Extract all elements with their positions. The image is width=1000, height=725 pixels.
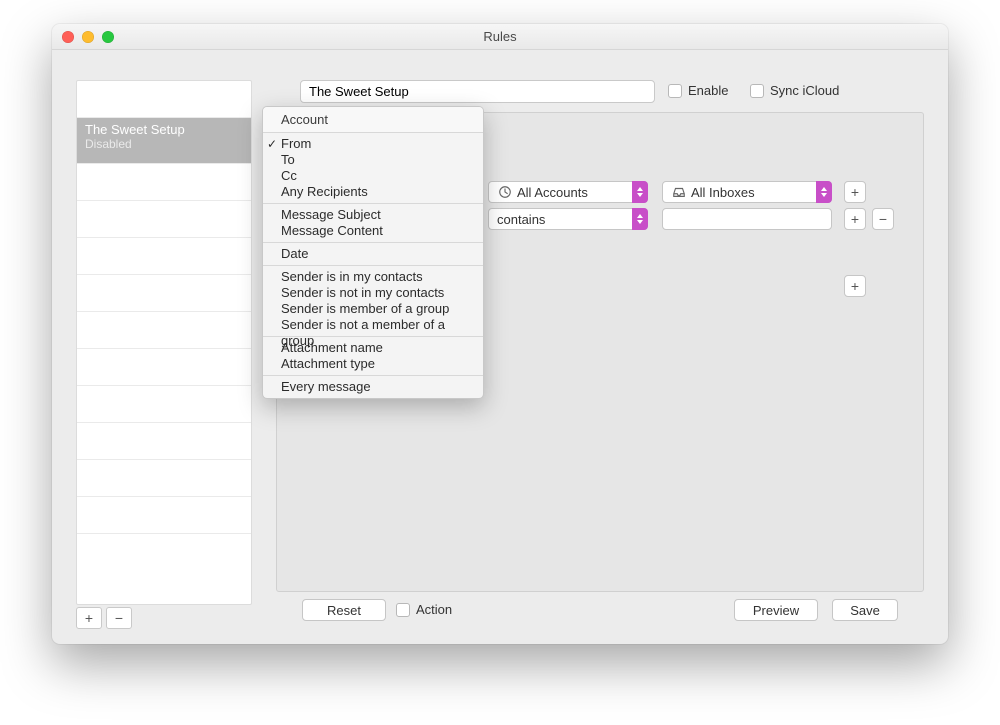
stepper-icon [816, 181, 832, 203]
inbox-label: All Inboxes [691, 185, 755, 200]
menu-item[interactable]: Message Subject [263, 207, 483, 223]
menu-item[interactable]: ✓ From [263, 136, 483, 152]
traffic-lights [62, 31, 114, 43]
minus-icon: − [879, 211, 887, 227]
menu-item[interactable]: To [263, 152, 483, 168]
rule-subtitle: Disabled [85, 137, 243, 151]
menu-item[interactable]: Sender is in my contacts [263, 269, 483, 285]
list-item-selected[interactable]: The Sweet Setup Disabled [77, 118, 251, 164]
match-select[interactable]: contains [488, 208, 648, 230]
condition-field-menu: Account ✓ FromToCcAny Recipients Message S… [262, 106, 484, 399]
checkbox-icon [668, 84, 682, 98]
action-checkbox[interactable]: Action [396, 602, 452, 617]
list-item[interactable] [77, 349, 251, 386]
add-rule-button[interactable]: + [76, 607, 102, 629]
reset-button[interactable]: Reset [302, 599, 386, 621]
menu-item-label: Sender is not in my contacts [281, 285, 444, 300]
minimize-icon[interactable] [82, 31, 94, 43]
zoom-icon[interactable] [102, 31, 114, 43]
list-item[interactable] [77, 497, 251, 534]
menu-item-label: Attachment name [281, 340, 383, 355]
preview-button[interactable]: Preview [734, 599, 818, 621]
titlebar: Rules [52, 24, 948, 50]
menu-item[interactable]: Sender is member of a group [263, 301, 483, 317]
list-item[interactable] [77, 460, 251, 497]
inbox-icon [671, 185, 687, 199]
plus-icon: + [85, 610, 93, 626]
menu-item[interactable]: Any Recipients [263, 184, 483, 200]
rules-window: Rules The Sweet Setup Disabled [52, 24, 948, 644]
add-condition-button[interactable]: + [844, 275, 866, 297]
menu-item-label: Cc [281, 168, 297, 183]
inbox-select[interactable]: All Inboxes [662, 181, 832, 203]
menu-item-label: Sender is in my contacts [281, 269, 423, 284]
check-icon: ✓ [267, 136, 277, 152]
list-item[interactable] [77, 238, 251, 275]
list-item[interactable] [77, 164, 251, 201]
content-area: The Sweet Setup Disabled + − [52, 50, 948, 644]
minus-icon: − [115, 610, 123, 626]
checkbox-icon [396, 603, 410, 617]
add-condition-button[interactable]: + [844, 181, 866, 203]
rules-list: The Sweet Setup Disabled [76, 80, 252, 605]
match-value-input[interactable] [662, 208, 832, 230]
stepper-icon [632, 208, 648, 230]
list-item[interactable] [77, 275, 251, 312]
menu-item[interactable]: Attachment type [263, 356, 483, 372]
sync-label: Sync iCloud [770, 83, 839, 98]
list-item[interactable] [77, 201, 251, 238]
menu-item[interactable]: Attachment name [263, 340, 483, 356]
list-item[interactable] [77, 386, 251, 423]
menu-item[interactable]: Cc [263, 168, 483, 184]
plus-icon: + [851, 278, 859, 294]
list-item[interactable] [77, 423, 251, 460]
menu-item[interactable]: Message Content [263, 223, 483, 239]
menu-item[interactable]: Every message [263, 379, 483, 395]
menu-header: Account [263, 107, 483, 133]
account-select[interactable]: All Accounts [488, 181, 648, 203]
stepper-icon [632, 181, 648, 203]
menu-item-label: Date [281, 246, 308, 261]
action-label: Action [416, 602, 452, 617]
menu-item[interactable]: Sender is not in my contacts [263, 285, 483, 301]
menu-item[interactable]: Date [263, 246, 483, 262]
menu-item-label: To [281, 152, 295, 167]
remove-rule-button[interactable]: − [106, 607, 132, 629]
sidebar-footer: + − [76, 607, 136, 629]
save-button[interactable]: Save [832, 599, 898, 621]
rule-name-input[interactable] [300, 80, 655, 103]
menu-item-label: Any Recipients [281, 184, 368, 199]
menu-item-label: From [281, 136, 311, 151]
close-icon[interactable] [62, 31, 74, 43]
checkbox-icon [750, 84, 764, 98]
rule-title: The Sweet Setup [85, 122, 243, 137]
enable-label: Enable [688, 83, 728, 98]
remove-condition-button[interactable]: − [872, 208, 894, 230]
menu-item-label: Sender is member of a group [281, 301, 449, 316]
menu-item-label: Message Content [281, 223, 383, 238]
list-item[interactable] [77, 312, 251, 349]
match-label: contains [497, 212, 545, 227]
menu-item-label: Every message [281, 379, 371, 394]
list-item[interactable] [77, 81, 251, 118]
menu-item-label: Message Subject [281, 207, 381, 222]
window-title: Rules [483, 29, 516, 44]
add-condition-button[interactable]: + [844, 208, 866, 230]
menu-item[interactable]: Sender is not a member of a group [263, 317, 483, 333]
clock-icon [497, 185, 513, 199]
sync-icloud-checkbox[interactable]: Sync iCloud [750, 83, 839, 98]
plus-icon: + [851, 211, 859, 227]
plus-icon: + [851, 184, 859, 200]
enable-checkbox[interactable]: Enable [668, 83, 728, 98]
menu-item-label: Attachment type [281, 356, 375, 371]
account-label: All Accounts [517, 185, 588, 200]
